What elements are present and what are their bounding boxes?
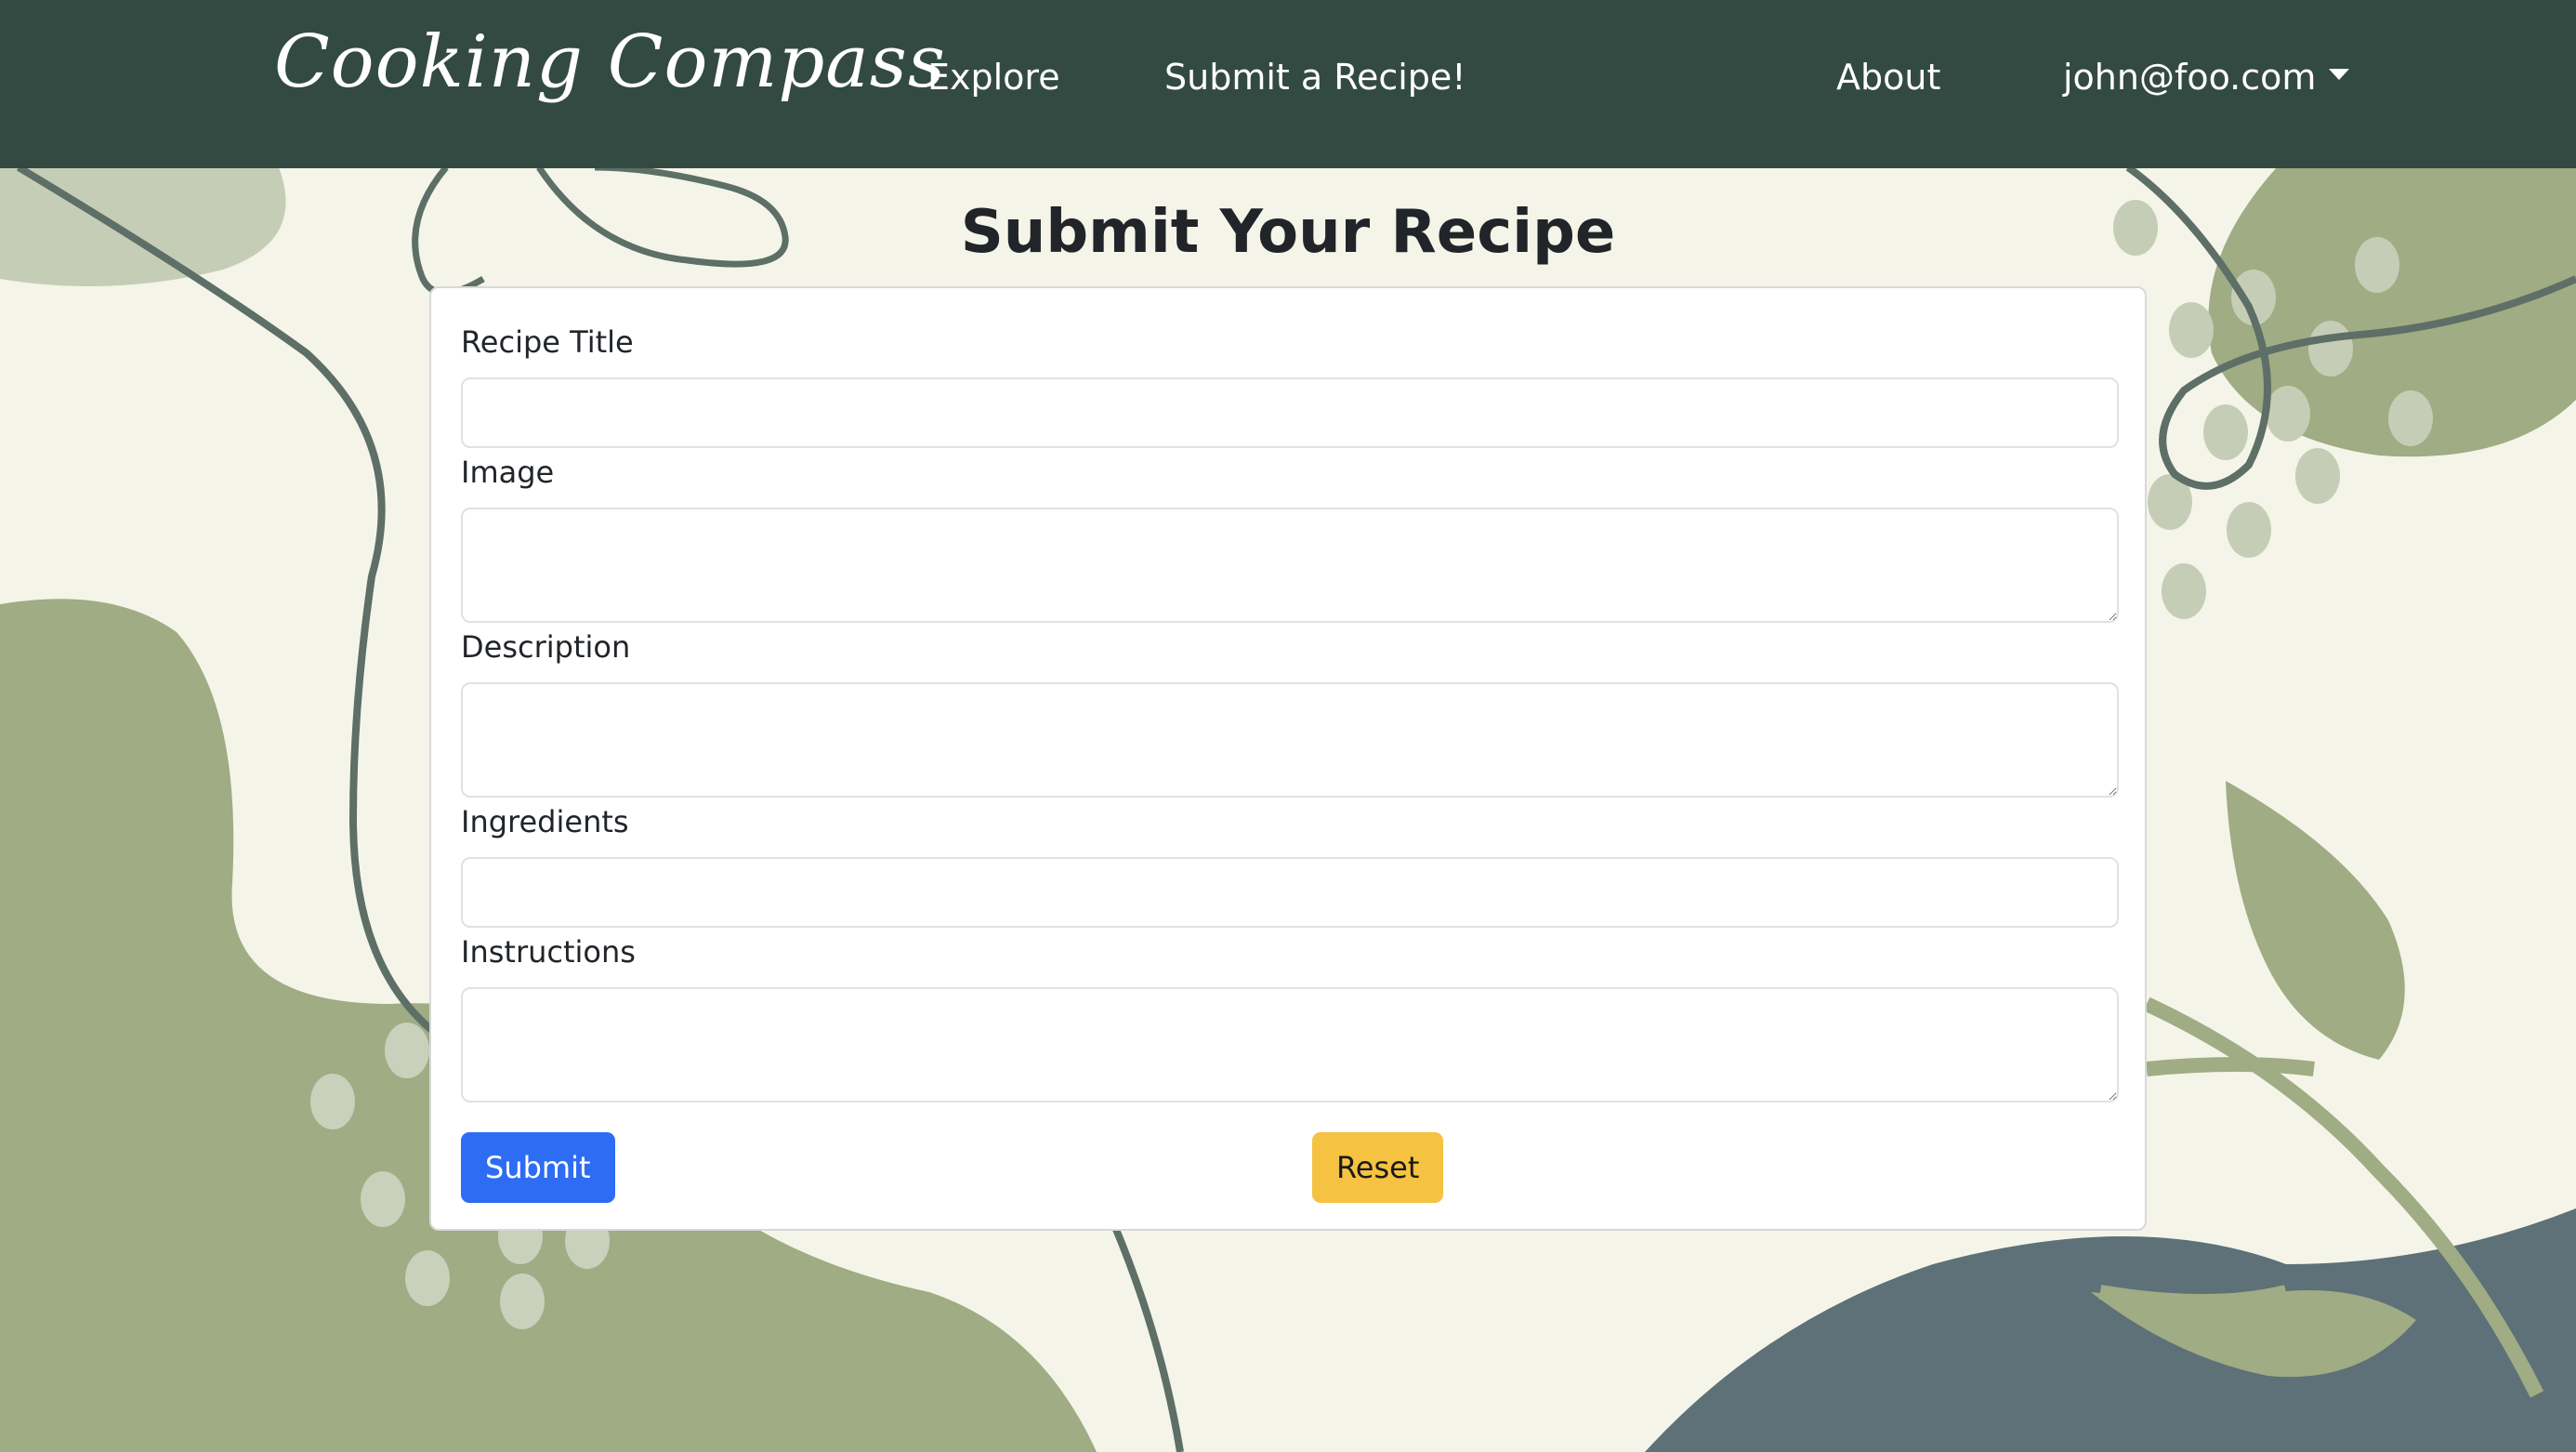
ingredients-label: Ingredients <box>461 804 629 839</box>
caret-down-icon <box>2329 68 2350 80</box>
nav-link-submit-recipe[interactable]: Submit a Recipe! <box>1164 59 1466 95</box>
instructions-label: Instructions <box>461 934 636 970</box>
nav-link-about[interactable]: About <box>1836 59 1940 95</box>
submit-button[interactable]: Submit <box>461 1132 615 1203</box>
description-label: Description <box>461 629 631 665</box>
ingredients-input[interactable] <box>461 857 2119 928</box>
image-label: Image <box>461 455 555 490</box>
instructions-textarea[interactable] <box>461 987 2119 1102</box>
user-email: john@foo.com <box>2063 57 2317 98</box>
brand-logo[interactable]: Cooking Compass <box>274 26 946 99</box>
recipe-form-card: Recipe Title Image Description Ingredien… <box>429 286 2147 1231</box>
description-textarea[interactable] <box>461 682 2119 798</box>
image-textarea[interactable] <box>461 508 2119 623</box>
page-title: Submit Your Recipe <box>960 198 1616 267</box>
nav-link-explore[interactable]: Explore <box>927 59 1060 95</box>
reset-button[interactable]: Reset <box>1312 1132 1444 1203</box>
top-navbar: Cooking Compass Explore Submit a Recipe!… <box>0 0 2576 168</box>
user-dropdown[interactable]: john@foo.com <box>2063 57 2350 98</box>
recipe-title-input[interactable] <box>461 377 2119 448</box>
right-leaf <box>2226 781 2405 1060</box>
recipe-title-label: Recipe Title <box>461 324 634 360</box>
